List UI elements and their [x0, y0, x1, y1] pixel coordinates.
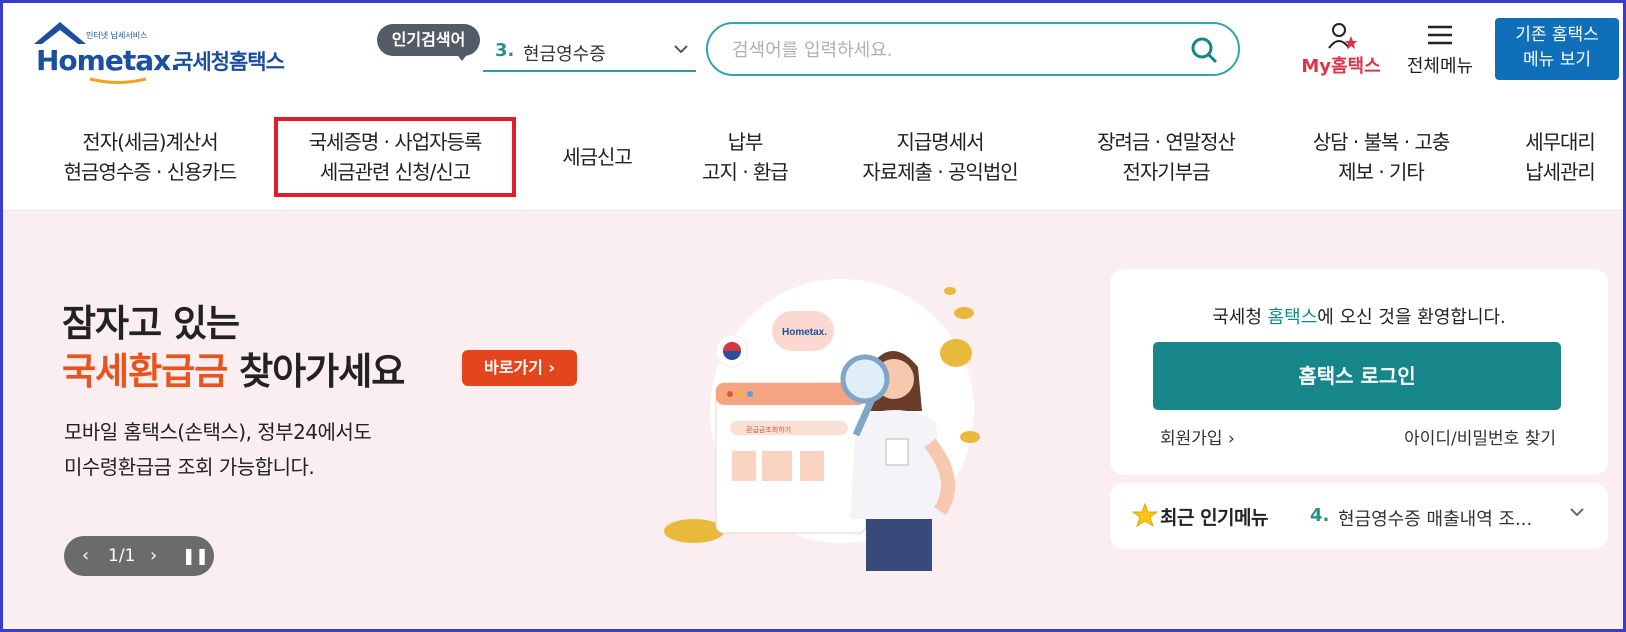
search-bar	[706, 22, 1240, 76]
logo-korean-name: 국세청홈택스	[174, 50, 285, 74]
nav-item-counsel[interactable]: 상담 · 불복 · 고충 제보 · 기타	[1296, 127, 1466, 187]
star-icon	[1131, 502, 1159, 528]
login-card: 국세청 홈택스에 오신 것을 환영합니다. 홈택스 로그인 회원가입 › 아이디…	[1110, 269, 1608, 475]
user-star-icon	[1327, 22, 1357, 54]
illustration-svg: Hometax. 환급금조회하기	[664, 279, 980, 571]
popular-menu-rank: 4.	[1310, 505, 1330, 526]
coin-icon	[940, 339, 972, 367]
search-icon[interactable]	[1190, 36, 1218, 64]
pause-icon[interactable]: ❚❚	[182, 546, 209, 565]
nav-item-line1: 납부	[727, 130, 764, 154]
coin-icon	[944, 287, 956, 295]
legacy-menu-button[interactable]: 기존 홈택스 메뉴 보기	[1495, 18, 1619, 80]
welcome-prefix: 국세청	[1212, 307, 1268, 328]
nav-item-incentive[interactable]: 장려금 · 연말정산 전자기부금	[1076, 127, 1256, 187]
nav-item-line1: 세무대리	[1525, 130, 1596, 154]
popular-search-rank: 3.	[495, 40, 515, 61]
my-hometax-button[interactable]: My홈택스	[1295, 22, 1387, 77]
nav-item-tax-return[interactable]: 세금신고	[548, 142, 646, 172]
chevron-left-icon[interactable]: ‹	[82, 545, 89, 566]
welcome-brand: 홈택스	[1267, 307, 1318, 328]
refund-illustration: Hometax. 환급금조회하기	[660, 271, 1040, 571]
nav-item-certificate[interactable]: 국세증명 · 사업자등록 세금관련 신청/신고	[274, 117, 516, 197]
nav-item-line2: 세금관련 신청/신고	[319, 160, 471, 184]
welcome-message: 국세청 홈택스에 오신 것을 환영합니다.	[1110, 303, 1608, 329]
my-hometax-label: My홈택스	[1301, 56, 1381, 77]
nav-item-payment[interactable]: 납부 고지 · 환급	[690, 127, 800, 187]
site-header: 인터넷 납세서비스 Hometax. 국세청홈택스 인기검색어 3. 현금영수증…	[0, 0, 1626, 95]
nav-item-line1: 장려금 · 연말정산	[1097, 130, 1236, 154]
nav-item-line2: 전자기부금	[1122, 160, 1211, 184]
chevron-down-icon[interactable]	[1568, 503, 1586, 526]
hamburger-icon	[1426, 24, 1454, 50]
search-input[interactable]	[732, 36, 1172, 64]
pager-count: 1/1	[108, 546, 136, 566]
popular-menu-title: 최근 인기메뉴	[1160, 507, 1269, 529]
find-account-link[interactable]: 아이디/비밀번호 찾기	[1404, 424, 1556, 449]
chevron-down-icon	[672, 40, 690, 63]
popular-menu-item[interactable]: 현금영수증 매출내역 조...	[1338, 505, 1532, 531]
illus-window-title: 환급금조회하기	[746, 425, 791, 434]
popular-search-dropdown[interactable]: 3. 현금영수증	[483, 34, 696, 72]
hero-sub-line1: 모바일 홈택스(손택스), 정부24에서도	[64, 420, 372, 444]
hero-headline-accent: 국세환급금	[62, 350, 228, 393]
hero-sub-line2: 미수령환급금 조회 가능합니다.	[64, 455, 315, 479]
logo-tagline: 인터넷 납세서비스	[86, 31, 148, 40]
coin-icon	[960, 431, 980, 443]
logo-word: Hometax.	[36, 44, 181, 77]
all-menu-button[interactable]: 전체메뉴	[1400, 22, 1480, 77]
legacy-menu-line2: 메뉴 보기	[1523, 50, 1591, 70]
nav-item-line1: 지급명세서	[896, 130, 985, 154]
go-button[interactable]: 바로가기 ›	[462, 350, 577, 386]
hero-headline-rest: 찾아가세요	[227, 350, 405, 393]
all-menu-label: 전체메뉴	[1406, 56, 1474, 77]
chevron-right-icon[interactable]: ›	[150, 545, 157, 566]
nav-item-line1: 세금신고	[562, 145, 633, 169]
nav-item-line1: 전자(세금)계산서	[82, 130, 218, 154]
nav-item-line2: 제보 · 기타	[1338, 160, 1425, 184]
logo-swoosh-icon	[89, 77, 147, 84]
nav-item-line2: 납세관리	[1525, 160, 1596, 184]
nav-item-line1: 상담 · 불복 · 고충	[1312, 130, 1451, 154]
hero-headline-line1: 잠자고 있는	[62, 302, 240, 345]
illus-logo-text: Hometax.	[782, 327, 827, 338]
popular-search-term: 현금영수증	[523, 44, 606, 65]
signup-link[interactable]: 회원가입 ›	[1160, 424, 1235, 449]
popular-search-badge: 인기검색어	[377, 24, 480, 61]
coin-icon	[664, 519, 724, 543]
nav-item-line2: 현금영수증 · 신용카드	[63, 160, 238, 184]
login-button[interactable]: 홈택스 로그인	[1153, 342, 1561, 410]
nav-item-einvoice[interactable]: 전자(세금)계산서 현금영수증 · 신용카드	[52, 127, 248, 187]
nav-item-line1: 국세증명 · 사업자등록	[308, 130, 483, 154]
hero-banner: 잠자고 있는 국세환급금 찾아가세요 바로가기 › 모바일 홈택스(손택스), …	[0, 211, 1626, 632]
coin-icon	[954, 307, 974, 319]
nav-item-line2: 고지 · 환급	[702, 160, 789, 184]
popular-menu-card[interactable]: 최근 인기메뉴 4. 현금영수증 매출내역 조...	[1110, 483, 1608, 549]
hometax-logo[interactable]: 인터넷 납세서비스 Hometax. 국세청홈택스	[28, 18, 298, 84]
nav-item-payment-statement[interactable]: 지급명세서 자료제출 · 공익법인	[846, 127, 1034, 187]
welcome-suffix: 에 오신 것을 환영합니다.	[1317, 307, 1506, 328]
nav-item-tax-agent[interactable]: 세무대리 납세관리	[1508, 127, 1612, 187]
main-nav: 전자(세금)계산서 현금영수증 · 신용카드 국세증명 · 사업자등록 세금관련…	[0, 95, 1626, 211]
nav-item-line2: 자료제출 · 공익법인	[862, 160, 1018, 184]
hero-headline-line2: 국세환급금 찾아가세요	[62, 341, 405, 395]
carousel-pager: ‹ 1/1 › ❚❚	[64, 536, 214, 576]
legacy-menu-line1: 기존 홈택스	[1515, 25, 1599, 45]
